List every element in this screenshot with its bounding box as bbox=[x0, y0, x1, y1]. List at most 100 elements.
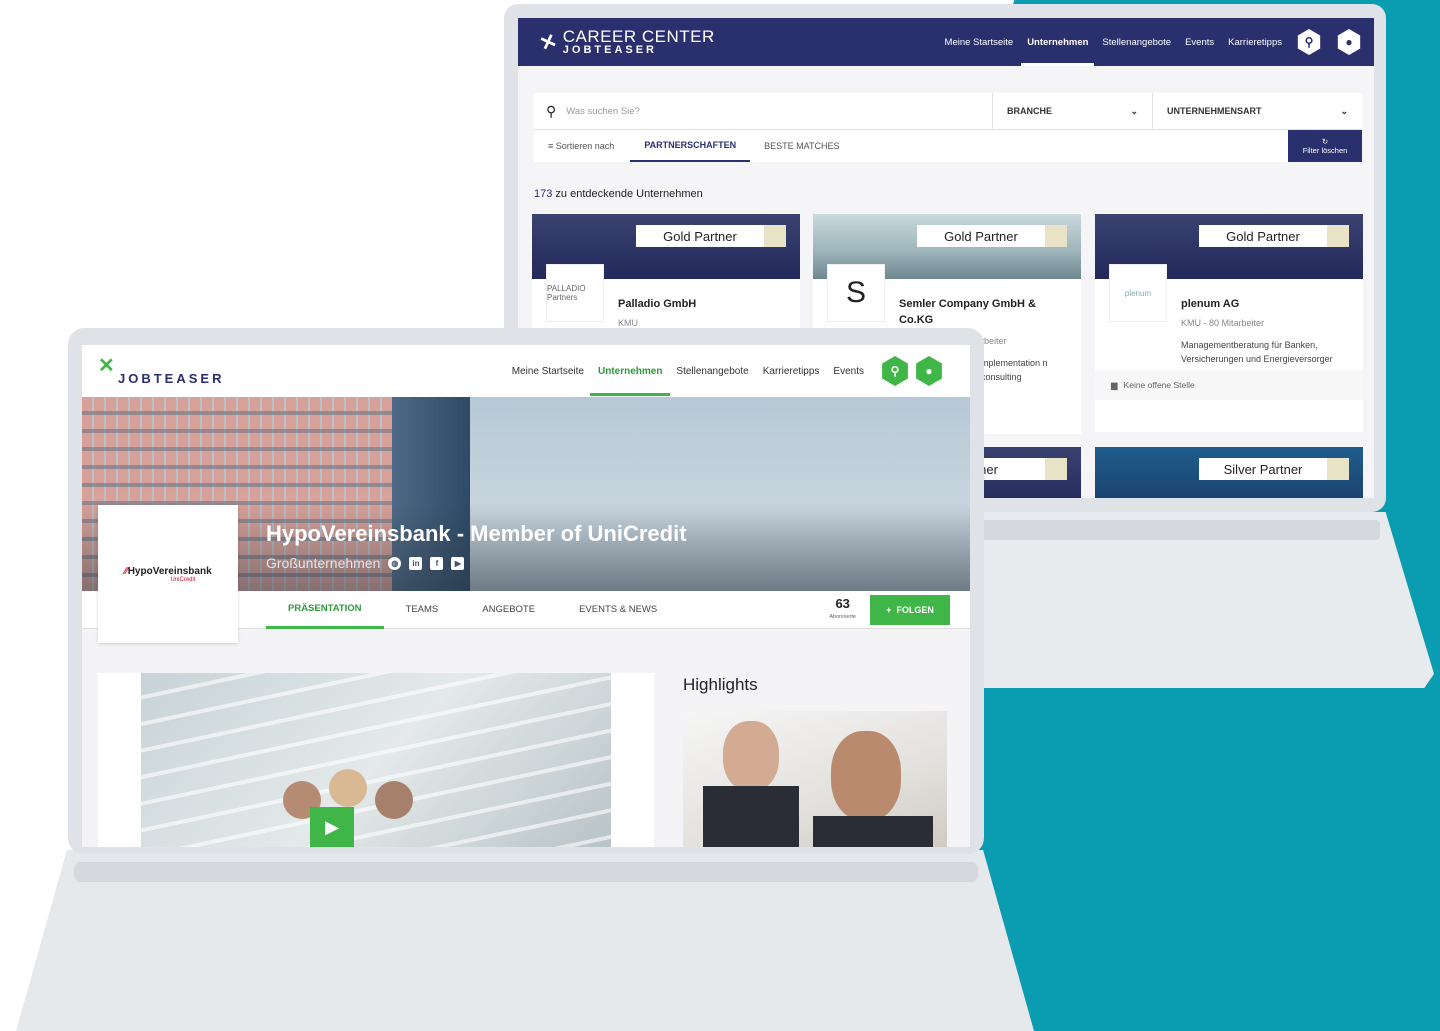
search-input[interactable]: Was suchen Sie? bbox=[566, 106, 992, 117]
nav-jobs[interactable]: Stellenangebote bbox=[676, 348, 748, 395]
video-thumbnail bbox=[141, 673, 611, 847]
jobteaser-header: ✕ JOBTEASER Meine Startseite Unternehmen… bbox=[82, 345, 970, 397]
nav-career-tips[interactable]: Karrieretipps bbox=[763, 348, 820, 395]
count-label: zu entdeckende Unternehmen bbox=[552, 188, 703, 200]
sort-text: Sortieren nach bbox=[555, 141, 615, 151]
user-icon[interactable]: ● bbox=[916, 356, 942, 386]
company-search-bar: ⚲ Was suchen Sie? BRANCHE ⌄ UNTERNEHMENSA… bbox=[534, 92, 1362, 130]
company-logo: S bbox=[827, 264, 885, 322]
company-size: rbeiter bbox=[981, 336, 1007, 346]
logo-unicredit: UniCredit bbox=[170, 576, 196, 583]
refresh-icon: ↻ bbox=[1321, 137, 1329, 146]
marketing-stage: ✕ CAREER CENTER JOBTEASER Meine Startsei… bbox=[0, 0, 1440, 1031]
nav-companies[interactable]: Unternehmen bbox=[1021, 21, 1095, 66]
badge-tag bbox=[1045, 225, 1067, 247]
nav-career-tips[interactable]: Karrieretipps bbox=[1228, 21, 1282, 64]
person-image bbox=[831, 731, 901, 821]
partner-badge: Gold Partner bbox=[636, 225, 786, 247]
chevron-down-icon: ⌄ bbox=[1340, 105, 1348, 116]
search-icon[interactable]: ⚲ bbox=[882, 356, 908, 386]
highlight-image[interactable] bbox=[683, 711, 947, 847]
jobteaser-logo[interactable]: ✕ JOBTEASER bbox=[98, 356, 225, 386]
follow-button[interactable]: + FOLGEN bbox=[870, 595, 950, 625]
career-center-logo[interactable]: ✕ CAREER CENTER JOBTEASER bbox=[537, 26, 715, 56]
person-image bbox=[723, 721, 779, 791]
nav-home[interactable]: Meine Startseite bbox=[945, 21, 1014, 64]
play-icon[interactable]: ▶ bbox=[310, 807, 354, 847]
company-name: Palladio GmbH bbox=[618, 298, 697, 310]
main-nav: Meine Startseite Unternehmen Stellenange… bbox=[512, 348, 864, 396]
user-icon[interactable]: ● bbox=[1337, 29, 1361, 55]
partner-badge: Silver Partner bbox=[1199, 458, 1349, 480]
plus-icon: + bbox=[886, 605, 892, 615]
linkedin-icon[interactable]: in bbox=[409, 556, 423, 570]
badge-label: Gold Partner bbox=[1226, 228, 1300, 244]
back-laptop-hinge bbox=[960, 520, 1380, 540]
career-center-header: ✕ CAREER CENTER JOBTEASER Meine Startsei… bbox=[518, 18, 1374, 66]
follow-label: FOLGEN bbox=[896, 605, 934, 615]
tab-events-news[interactable]: EVENTS & NEWS bbox=[557, 591, 679, 629]
logo-text: JOBTEASER bbox=[118, 370, 225, 386]
industry-label: BRANCHE bbox=[1007, 106, 1052, 116]
search-icon: ⚲ bbox=[546, 102, 557, 119]
nav-companies[interactable]: Unternehmen bbox=[589, 348, 671, 396]
partner-badge: Gold Partner bbox=[1199, 225, 1349, 247]
tab-partnerships[interactable]: PARTNERSCHAFTEN bbox=[630, 130, 751, 162]
front-laptop-hinge bbox=[74, 862, 978, 882]
sort-label[interactable]: ≡ Sortieren nach bbox=[534, 141, 630, 151]
youtube-icon[interactable]: ▶ bbox=[451, 556, 465, 570]
person-image bbox=[375, 781, 413, 819]
sort-icon: ≡ bbox=[548, 141, 554, 151]
chevron-down-icon: ⌄ bbox=[1130, 105, 1138, 116]
person-suit bbox=[703, 786, 799, 847]
card-footer: ▆ Keine offene Stelle bbox=[1095, 370, 1363, 400]
company-logo: ⁄⁄HypoVereinsbank UniCredit bbox=[98, 505, 238, 643]
search-icon[interactable]: ⚲ bbox=[1297, 29, 1321, 55]
result-count: 173 zu entdeckende Unternehmen bbox=[534, 188, 703, 200]
company-name: Semler Company GmbH & Co.KG bbox=[899, 298, 1036, 326]
company-type-label: UNTERNEHMENSART bbox=[1167, 106, 1262, 116]
tab-presentation[interactable]: PRÄSENTATION bbox=[266, 591, 384, 629]
clear-filter-label: Filter löschen bbox=[1302, 146, 1348, 155]
company-card[interactable]: Gold Partner plenum plenum AG KMU - 80 M… bbox=[1095, 214, 1363, 432]
company-size: KMU - 80 Mitarbeiter bbox=[1181, 318, 1265, 328]
nav-events[interactable]: Events bbox=[1185, 21, 1214, 64]
badge-tag bbox=[1327, 225, 1349, 247]
company-meta: Großunternehmen ◍ in f ▶ bbox=[266, 555, 465, 571]
briefcase-icon: ▆ bbox=[1111, 379, 1118, 390]
facebook-icon[interactable]: f bbox=[430, 556, 444, 570]
globe-icon[interactable]: ◍ bbox=[388, 556, 402, 570]
nav-events[interactable]: Events bbox=[833, 348, 864, 395]
tab-teams[interactable]: TEAMS bbox=[384, 591, 461, 629]
company-video[interactable]: ▶ bbox=[98, 673, 654, 847]
company-type-dropdown[interactable]: UNTERNEHMENSART ⌄ bbox=[1152, 92, 1362, 130]
jobteaser-mark-icon: ✕ bbox=[536, 29, 561, 56]
company-card[interactable]: Silver Partner bbox=[1095, 447, 1363, 498]
company-title: HypoVereinsbank - Member of UniCredit bbox=[266, 521, 687, 546]
industry-dropdown[interactable]: BRANCHE ⌄ bbox=[992, 92, 1152, 130]
clear-filter-button[interactable]: ↻ Filter löschen bbox=[1288, 130, 1362, 162]
logo-main-text: HypoVereinsbank bbox=[127, 565, 212, 577]
logo-line1: CAREER CENTER bbox=[562, 26, 715, 46]
person-suit bbox=[813, 816, 933, 847]
company-description: mplementation n consulting bbox=[981, 358, 1048, 382]
partner-badge: Gold Partner bbox=[917, 225, 1067, 247]
company-name: plenum AG bbox=[1181, 298, 1240, 310]
tab-best-matches[interactable]: BESTE MATCHES bbox=[750, 130, 853, 162]
nav-home[interactable]: Meine Startseite bbox=[512, 348, 584, 395]
sort-bar: ≡ Sortieren nach PARTNERSCHAFTEN BESTE M… bbox=[534, 130, 1362, 162]
open-jobs-label: Keine offene Stelle bbox=[1123, 380, 1195, 390]
company-description: Managementberatung für Banken, Versicher… bbox=[1181, 340, 1333, 364]
follower-label: Abonnierte bbox=[829, 613, 856, 620]
company-size: KMU bbox=[618, 318, 638, 328]
count-number: 173 bbox=[534, 188, 553, 200]
company-size: Großunternehmen bbox=[266, 555, 381, 571]
tab-offers[interactable]: ANGEBOTE bbox=[460, 591, 557, 629]
badge-label: Silver Partner bbox=[1223, 461, 1303, 477]
badge-label: Gold Partner bbox=[663, 228, 737, 244]
career-center-nav: Meine Startseite Unternehmen Stellenange… bbox=[945, 21, 1362, 66]
nav-jobs[interactable]: Stellenangebote bbox=[1102, 21, 1171, 64]
follower-count: 63 Abonnierte bbox=[829, 597, 856, 622]
badge-tag bbox=[1327, 458, 1349, 480]
badge-label: Gold Partner bbox=[944, 228, 1018, 244]
